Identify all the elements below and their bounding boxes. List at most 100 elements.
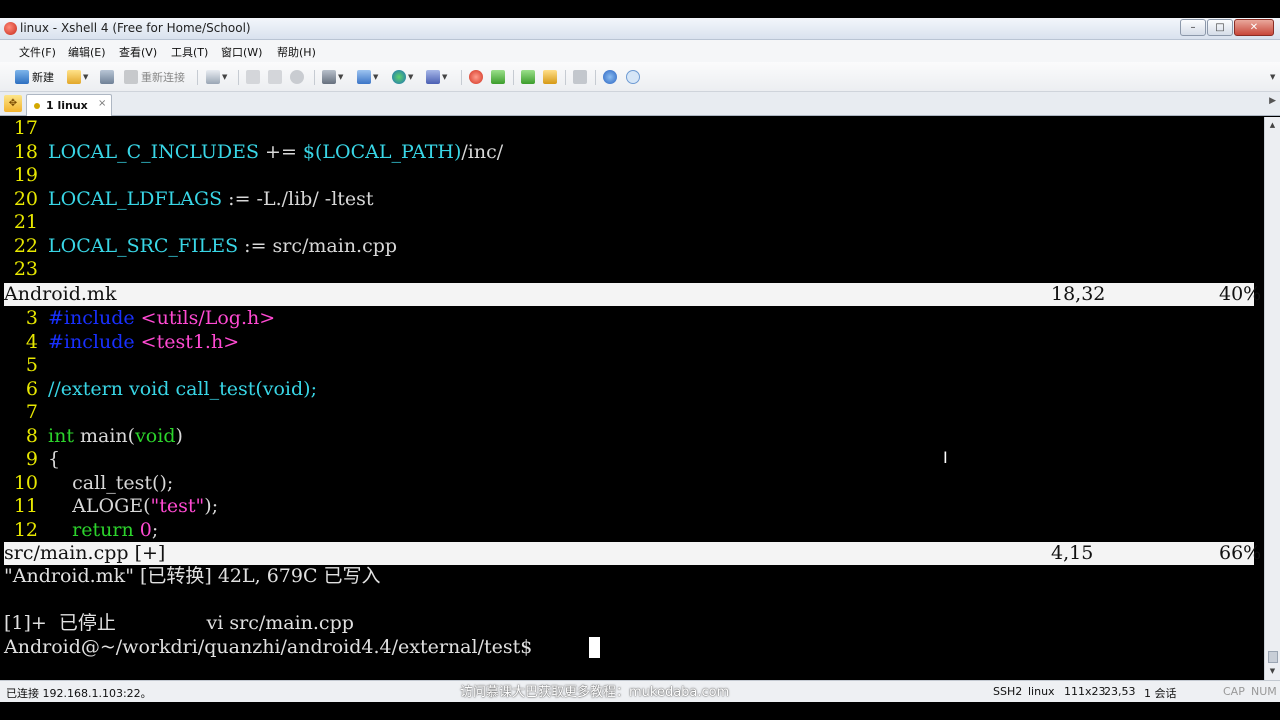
tab-list-button[interactable]: ▶ (1269, 96, 1276, 106)
terminal-size: 111x23 (1064, 685, 1106, 698)
line-number: 5 (25, 354, 38, 376)
job-status-line: [1]+ 已停止 vi src/main.cpp (4, 612, 354, 634)
tab-linux[interactable]: 1 linux × (26, 94, 112, 116)
transfer-icon (357, 70, 371, 84)
terminal-area[interactable]: Android.mk 18,32 40% src/main.cpp [+] 4,… (0, 117, 1264, 680)
title-bar: linux - Xshell 4 (Free for Home/School) … (0, 18, 1280, 40)
menu-edit[interactable]: 编辑(E) (68, 44, 106, 60)
line-number: 21 (13, 211, 38, 233)
code-text: //extern void call_test(void); (48, 378, 317, 402)
code-line: 5 (0, 354, 1264, 378)
code-token: $(LOCAL_PATH) (302, 140, 462, 163)
lock-icon (543, 70, 557, 84)
code-line: 17 (0, 117, 1264, 141)
window-controls: – □ ✕ (1180, 19, 1274, 36)
code-token: <utils/Log.h> (140, 307, 276, 329)
connected-dot-icon (34, 103, 40, 109)
chat-button[interactable] (626, 69, 640, 85)
toolbar-separator (238, 70, 239, 85)
code-token: #include (48, 330, 135, 353)
cursor-position: 23,53 (1104, 685, 1136, 698)
new-session-button[interactable]: 新建 (15, 69, 54, 85)
scroll-down-arrow-icon[interactable]: ▼ (1267, 665, 1278, 677)
scroll-thumb[interactable] (1268, 651, 1278, 663)
print-button[interactable]: ▼ (322, 69, 343, 85)
menu-file[interactable]: 文件(F) (19, 44, 56, 60)
status-cursor-position: 4,15 (1051, 542, 1094, 564)
code-token: main( (73, 424, 136, 447)
code-line: 18 LOCAL_C_INCLUDES += $(LOCAL_PATH)/inc/ (0, 141, 1264, 165)
watermark-text: 访问慕课大巴获取更多教程：mukedaba.com (460, 685, 730, 700)
lock-button[interactable] (543, 69, 557, 85)
tab-close-icon[interactable]: × (98, 98, 106, 109)
line-number: 23 (13, 258, 38, 280)
paste-button[interactable] (268, 69, 282, 85)
code-token: <test1.h> (140, 330, 240, 353)
paste-icon (268, 70, 282, 84)
maximize-button[interactable]: □ (1207, 19, 1233, 36)
properties-icon (206, 70, 220, 84)
tab-label: 1 linux (46, 99, 88, 112)
xftp-button[interactable] (469, 69, 483, 85)
keyboard-icon (573, 70, 587, 84)
new-session-icon (15, 70, 29, 84)
copy-button[interactable] (246, 69, 260, 85)
menu-help[interactable]: 帮助(H) (277, 44, 316, 60)
code-token: LOCAL_C_INCLUDES (48, 140, 259, 163)
menu-tools[interactable]: 工具(T) (171, 44, 208, 60)
tab-navigation-button[interactable]: ✥ (4, 95, 22, 112)
connect-button[interactable] (100, 69, 114, 85)
menu-bar: 文件(F) 编辑(E) 查看(V) 工具(T) 窗口(W) 帮助(H) (0, 40, 1280, 62)
properties-button[interactable]: ▼ (206, 69, 227, 85)
xagent-button[interactable] (491, 69, 505, 85)
code-text: #include <utils/Log.h> (48, 307, 275, 331)
reconnect-button[interactable]: 重新连接 (124, 69, 185, 85)
code-token: += (259, 140, 303, 163)
code-token: "test" (150, 495, 205, 517)
code-line: 23 (0, 258, 1264, 282)
code-line: 8 int main(void) (0, 425, 1264, 449)
toolbar-separator (314, 70, 315, 85)
line-number: 17 (13, 117, 38, 139)
code-text: int main(void) (48, 425, 183, 449)
line-number: 20 (13, 187, 38, 210)
line-number: 19 (13, 164, 38, 186)
vim-status-line-upper: Android.mk 18,32 40% (4, 283, 1261, 306)
menu-view[interactable]: 查看(V) (119, 44, 157, 60)
code-token: LOCAL_LDFLAGS (48, 187, 223, 210)
line-number: 6 (25, 377, 38, 400)
code-text: LOCAL_SRC_FILES := src/main.cpp (48, 235, 397, 259)
code-text: LOCAL_C_INCLUDES += $(LOCAL_PATH)/inc/ (48, 141, 503, 165)
status-cursor-position: 18,32 (1051, 283, 1106, 305)
minimize-button[interactable]: – (1180, 19, 1206, 36)
help-button[interactable] (603, 69, 617, 85)
toolbar-separator (461, 70, 462, 85)
menu-window[interactable]: 窗口(W) (221, 44, 262, 60)
globe-button[interactable]: ▼ (392, 69, 413, 85)
toolbar-overflow-button[interactable]: ▼ (1268, 69, 1275, 85)
globe-icon (392, 70, 406, 84)
chevron-down-icon: ▼ (83, 73, 89, 81)
status-file-name: src/main.cpp [+] (4, 542, 166, 564)
top-black-margin (0, 0, 1280, 18)
line-number: 3 (25, 307, 38, 329)
scroll-up-arrow-icon[interactable]: ▲ (1267, 119, 1278, 131)
script-button[interactable]: ▼ (426, 69, 447, 85)
keyboard-button[interactable] (573, 69, 587, 85)
code-token: //extern void call_test(void); (48, 377, 317, 400)
line-number: 7 (25, 401, 38, 423)
new-session-label: 新建 (32, 71, 54, 84)
xagent-icon (491, 70, 505, 84)
close-button[interactable]: ✕ (1234, 19, 1274, 36)
code-token: void (135, 424, 176, 447)
transfer-button[interactable]: ▼ (357, 69, 378, 85)
status-percent: 40% (1219, 283, 1262, 305)
code-line: 19 (0, 164, 1264, 188)
protocol-indicator: SSH2 (993, 685, 1023, 698)
layout-button[interactable] (521, 69, 535, 85)
open-folder-button[interactable]: ▼ (67, 69, 88, 85)
vertical-scrollbar[interactable]: ▲ ▼ (1264, 117, 1280, 680)
code-line: 3 #include <utils/Log.h> (0, 307, 1264, 331)
toolbar: 新建 ▼ 重新连接 ▼ ▼ ▼ ▼ ▼ ▼ (0, 62, 1280, 92)
find-button[interactable] (290, 69, 304, 85)
